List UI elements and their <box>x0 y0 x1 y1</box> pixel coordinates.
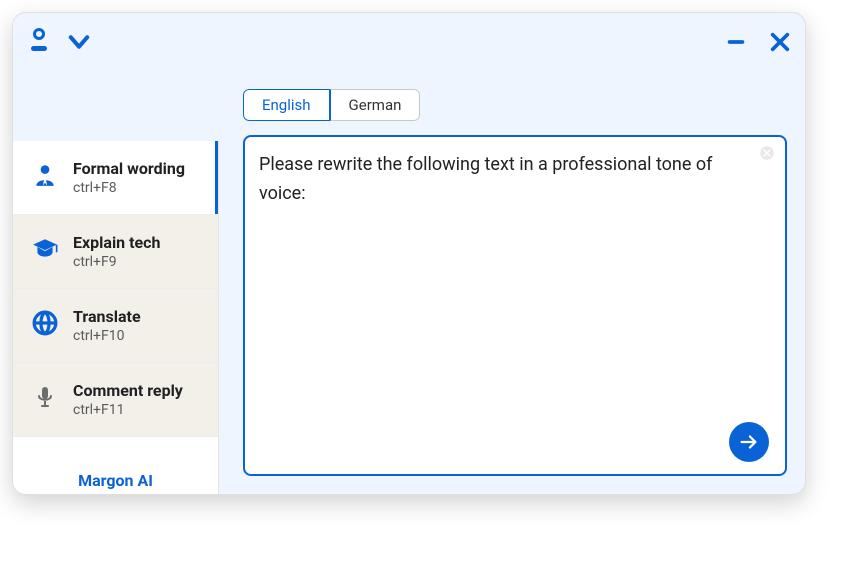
clear-button[interactable] <box>759 145 775 161</box>
brand-label: Margon AI <box>13 465 218 494</box>
sidebar-list: Formal wording ctrl+F8 Explain tech <box>13 141 218 465</box>
close-button[interactable] <box>769 31 791 53</box>
arrow-right-icon <box>738 431 760 453</box>
sidebar-item-formal-wording[interactable]: Formal wording ctrl+F8 <box>13 141 218 215</box>
editor-container <box>243 135 787 476</box>
app-window: Formal wording ctrl+F8 Explain tech <box>12 12 806 495</box>
sidebar-item-label: Comment reply <box>73 381 183 400</box>
dropdown-button[interactable] <box>65 28 93 56</box>
send-button[interactable] <box>729 422 769 462</box>
clear-icon <box>759 145 775 161</box>
content-area: Formal wording ctrl+F8 Explain tech <box>13 71 805 494</box>
sidebar-item-shortcut: ctrl+F9 <box>73 254 160 270</box>
chevron-down-icon <box>65 28 93 56</box>
close-icon <box>769 31 791 53</box>
microphone-icon <box>31 383 59 411</box>
language-tabs: English German <box>243 89 420 121</box>
main-panel: English German <box>219 71 805 494</box>
minimize-icon <box>725 31 747 53</box>
sidebar-item-comment-reply[interactable]: Comment reply ctrl+F11 <box>13 363 218 437</box>
titlebar <box>13 13 805 71</box>
user-menu-button[interactable] <box>27 28 51 56</box>
sidebar-item-translate[interactable]: Translate ctrl+F10 <box>13 289 218 363</box>
sidebar-item-shortcut: ctrl+F11 <box>73 402 183 418</box>
graduation-cap-icon <box>31 235 59 263</box>
sidebar-item-shortcut: ctrl+F10 <box>73 328 141 344</box>
sidebar-item-explain-tech[interactable]: Explain tech ctrl+F9 <box>13 215 218 289</box>
sidebar-item-label: Translate <box>73 307 141 326</box>
person-icon <box>31 161 59 189</box>
sidebar: Formal wording ctrl+F8 Explain tech <box>13 141 219 494</box>
tab-german[interactable]: German <box>330 89 421 121</box>
sidebar-item-label: Explain tech <box>73 233 160 252</box>
tab-english[interactable]: English <box>243 89 330 121</box>
user-icon <box>27 28 51 56</box>
sidebar-item-shortcut: ctrl+F8 <box>73 180 185 196</box>
minimize-button[interactable] <box>725 31 747 53</box>
globe-icon <box>31 309 59 337</box>
prompt-textarea[interactable] <box>243 135 787 476</box>
sidebar-item-label: Formal wording <box>73 159 185 178</box>
